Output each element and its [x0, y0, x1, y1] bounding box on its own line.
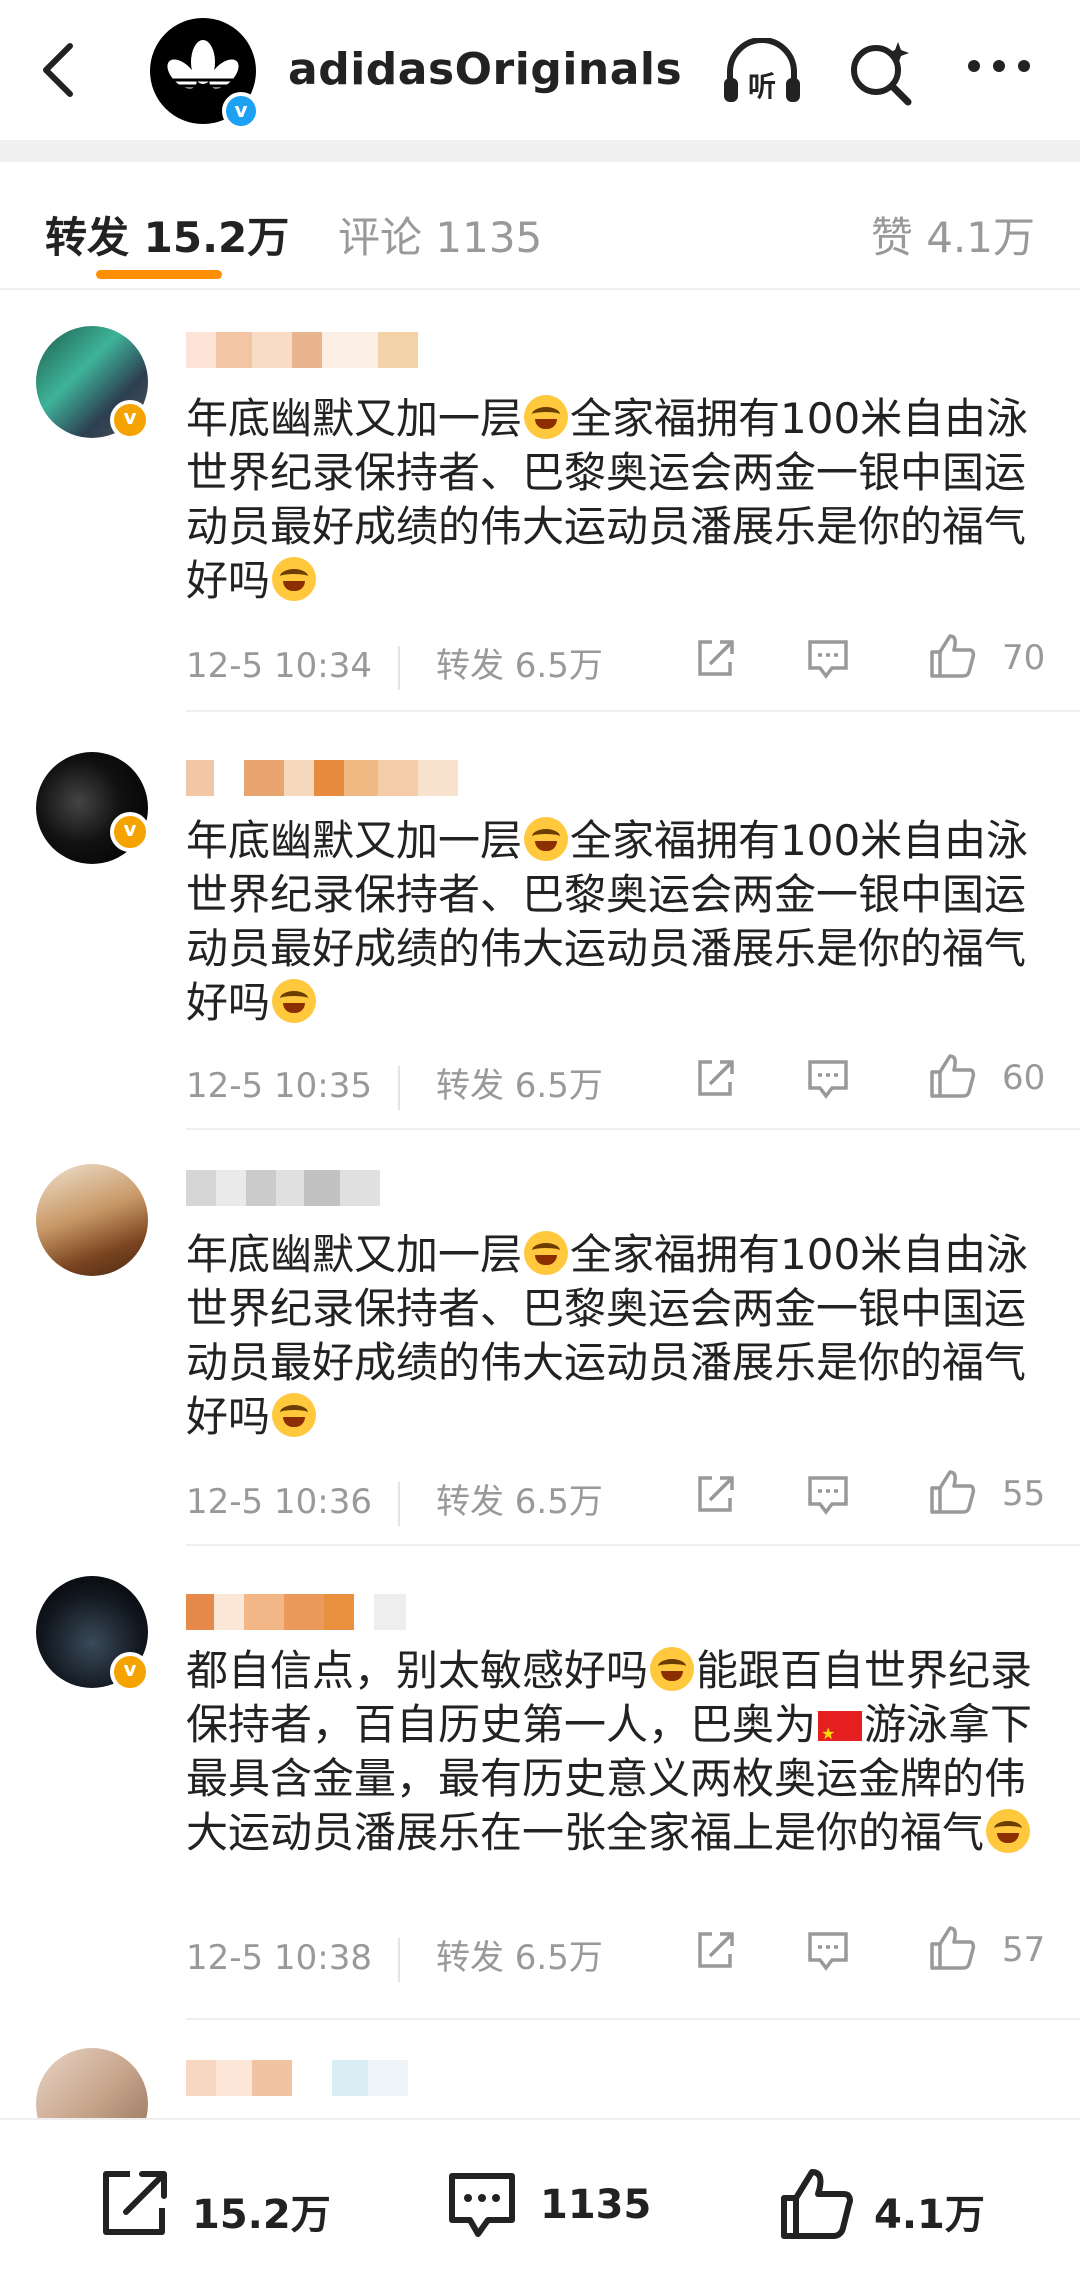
- comment-time: 12-5 10:38: [186, 1938, 372, 1978]
- like-thumb-icon[interactable]: [928, 632, 976, 680]
- list-item: [0, 2020, 1080, 2118]
- list-item: v 年底幽默又加一层 全家福拥有100米自由泳世界纪录保持者、巴黎奥运会两金一银中…: [0, 712, 1080, 1130]
- verified-badge-icon: v: [110, 812, 150, 852]
- tab-comment-count: 1135: [435, 213, 543, 262]
- tab-like-label: 赞: [870, 213, 913, 262]
- tab-repost-label: 转发: [45, 213, 130, 262]
- tears-of-joy-emoji-icon: [650, 1647, 695, 1691]
- more-dots-icon[interactable]: [964, 56, 1034, 76]
- share-icon[interactable]: [694, 1058, 736, 1100]
- rofl-emoji-icon: [272, 1393, 317, 1437]
- rofl-emoji-icon: [272, 979, 317, 1023]
- china-flag-icon: [818, 1707, 863, 1761]
- comment-meta: 12-5 10:34 转发 6.5万: [186, 638, 603, 690]
- like-count: 4.1万: [874, 2192, 985, 2238]
- like-count: 57: [1002, 1930, 1046, 1970]
- comment-text: 年底幽默又加一层 全家福拥有100米自由泳世界纪录保持者、巴黎奥运会两金一银中国运…: [186, 394, 1029, 605]
- avatar[interactable]: [36, 1164, 148, 1276]
- tab-like-count: 4.1万: [926, 213, 1035, 262]
- tab-like[interactable]: 赞 4.1万: [871, 204, 1035, 265]
- comment-icon[interactable]: [806, 1058, 850, 1100]
- kissing-heart-emoji-icon: [986, 1809, 1031, 1853]
- comment-meta: 12-5 10:36 转发 6.5万: [186, 1474, 603, 1526]
- repost-button[interactable]: 15.2万: [96, 2166, 331, 2242]
- username-blurred[interactable]: [186, 1594, 406, 1630]
- verified-badge-icon: v: [222, 92, 260, 130]
- chevron-left-icon[interactable]: [38, 42, 78, 98]
- tabs-bar: 转发 15.2万 评论 1135 赞 4.1万: [0, 162, 1080, 290]
- list-item: v 都自信点，别太敏感好吗能跟百自世界纪录保持者，百自历史第一人，巴奥为游泳拿下…: [0, 1546, 1080, 2020]
- like-count: 60: [1002, 1058, 1046, 1098]
- comment-meta: 12-5 10:35 转发 6.5万: [186, 1058, 603, 1110]
- comment-bubble-icon: [449, 2173, 515, 2237]
- username-blurred[interactable]: [186, 332, 418, 368]
- listen-headphones-icon[interactable]: 听: [720, 38, 804, 106]
- rofl-emoji-icon: [524, 817, 569, 861]
- rofl-emoji-icon: [524, 1231, 569, 1275]
- list-item: 年底幽默又加一层 全家福拥有100米自由泳世界纪录保持者、巴黎奥运会两金一银中国运…: [0, 1130, 1080, 1546]
- search-sparkle-icon[interactable]: [846, 38, 916, 108]
- verified-badge-icon: v: [110, 400, 150, 440]
- tab-repost-count: 15.2万: [143, 213, 290, 262]
- username-blurred[interactable]: [186, 1170, 380, 1206]
- like-count: 55: [1002, 1474, 1046, 1514]
- tab-comment-label: 评论: [338, 213, 423, 262]
- like-thumb-icon[interactable]: [928, 1052, 976, 1100]
- comment-text: 年底幽默又加一层 全家福拥有100米自由泳世界纪录保持者、巴黎奥运会两金一银中国运…: [186, 1230, 1029, 1441]
- like-count: 70: [1002, 638, 1046, 678]
- comment-icon[interactable]: [806, 638, 850, 680]
- rofl-emoji-icon: [272, 557, 317, 601]
- verified-badge-icon: v: [110, 1652, 150, 1692]
- top-bar: v adidasOriginals 听: [0, 0, 1080, 140]
- comment-button[interactable]: 1135: [444, 2166, 651, 2242]
- like-thumb-icon: [781, 2169, 853, 2239]
- comment-text: 年底幽默又加一层 全家福拥有100米自由泳世界纪录保持者、巴黎奥运会两金一银中国运…: [186, 816, 1029, 1027]
- comment-time: 12-5 10:35: [186, 1066, 372, 1106]
- adidas-trefoil-icon: [164, 40, 242, 89]
- comment-icon[interactable]: [806, 1930, 850, 1972]
- share-icon[interactable]: [694, 1930, 736, 1972]
- active-tab-indicator: [96, 270, 222, 279]
- repost-count: 15.2万: [192, 2192, 331, 2238]
- repost-count[interactable]: 转发 6.5万: [436, 646, 603, 686]
- comment-time: 12-5 10:34: [186, 646, 372, 686]
- repost-count[interactable]: 转发 6.5万: [436, 1938, 603, 1978]
- comment-count: 1135: [540, 2182, 652, 2228]
- comment-time: 12-5 10:36: [186, 1482, 372, 1522]
- section-gap: [0, 140, 1080, 162]
- like-thumb-icon[interactable]: [928, 1468, 976, 1516]
- repost-share-icon: [103, 2171, 167, 2235]
- comment-text: 都自信点，别太敏感好吗能跟百自世界纪录保持者，百自历史第一人，巴奥为游泳拿下最具…: [186, 1644, 1046, 1860]
- like-thumb-icon[interactable]: [928, 1924, 976, 1972]
- share-icon[interactable]: [694, 1474, 736, 1516]
- share-icon[interactable]: [694, 638, 736, 680]
- username-blurred[interactable]: [186, 760, 458, 796]
- repost-count[interactable]: 转发 6.5万: [436, 1482, 603, 1522]
- comment-icon[interactable]: [806, 1474, 850, 1516]
- comment-meta: 12-5 10:38 转发 6.5万: [186, 1930, 603, 1982]
- list-item: v 年底幽默又加一层 全家福拥有100米自由泳世界纪录保持者、巴黎奥运会两金一银中…: [0, 292, 1080, 712]
- tab-repost[interactable]: 转发 15.2万: [45, 204, 289, 265]
- listen-label: 听: [748, 70, 776, 103]
- username-blurred[interactable]: [186, 2060, 438, 2096]
- avatar[interactable]: [36, 2048, 148, 2118]
- repost-count[interactable]: 转发 6.5万: [436, 1066, 603, 1106]
- rofl-emoji-icon: [524, 395, 569, 439]
- bottom-action-bar: 15.2万 1135 4.1万: [0, 2118, 1080, 2280]
- like-button[interactable]: 4.1万: [778, 2166, 985, 2242]
- account-name[interactable]: adidasOriginals: [288, 44, 682, 95]
- tab-comment[interactable]: 评论 1135: [338, 204, 542, 265]
